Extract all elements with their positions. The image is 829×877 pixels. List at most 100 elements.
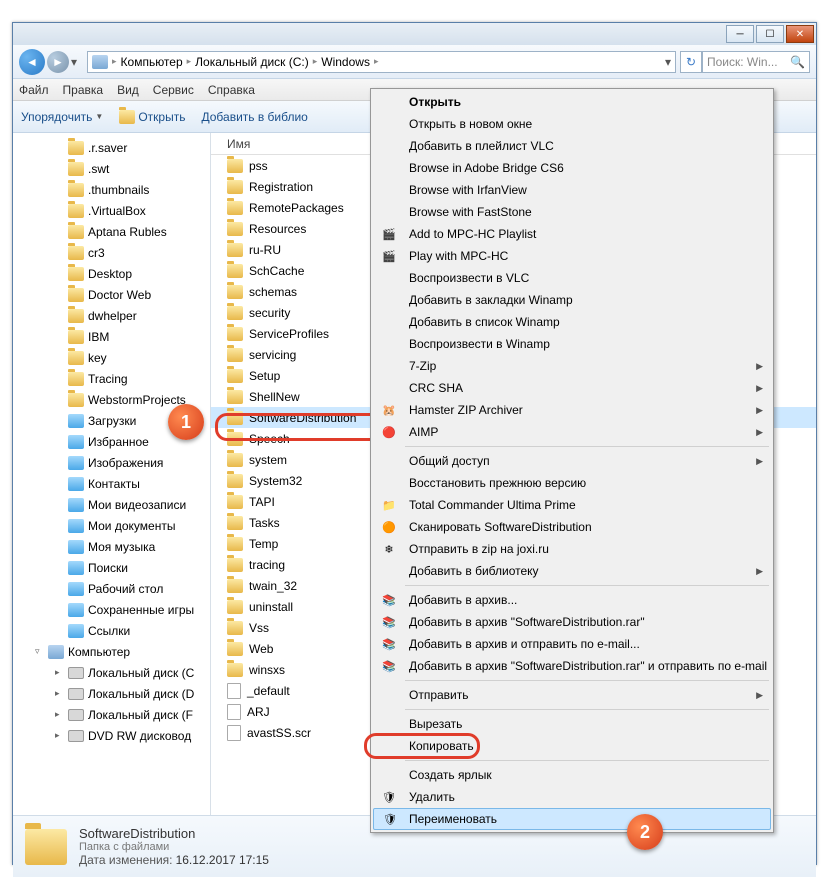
menu-file[interactable]: Файл: [19, 83, 49, 97]
folder-icon: [227, 453, 243, 467]
forward-button[interactable]: ►: [47, 51, 69, 73]
context-menu-item[interactable]: 7-Zip▶: [373, 355, 771, 377]
tree-item[interactable]: ▸DVD RW дисковод: [13, 725, 210, 746]
tree-item[interactable]: Aptana Rubles: [13, 221, 210, 242]
navigation-tree[interactable]: .r.saver.swt.thumbnails .VirtualBox Aptana…: [13, 133, 211, 815]
tree-item[interactable]: Мои видеозаписи: [13, 494, 210, 515]
tree-item[interactable]: .thumbnails: [13, 179, 210, 200]
address-bar[interactable]: ▸ Компьютер ▸ Локальный диск (C:) ▸ Wind…: [87, 51, 676, 73]
tree-item[interactable]: Сохраненные игры: [13, 599, 210, 620]
tree-item[interactable]: cr3: [13, 242, 210, 263]
tree-item[interactable]: key: [13, 347, 210, 368]
context-menu-item[interactable]: Создать ярлык: [373, 764, 771, 786]
tree-item[interactable]: Рабочий стол: [13, 578, 210, 599]
tree-item[interactable]: Desktop: [13, 263, 210, 284]
menu-item-label: Сканировать SoftwareDistribution: [409, 520, 592, 534]
context-menu-item[interactable]: Отправить▶: [373, 684, 771, 706]
context-menu-item[interactable]: 🐹Hamster ZIP Archiver▶: [373, 399, 771, 421]
expand-icon[interactable]: ▸: [55, 688, 64, 699]
tree-item[interactable]: Мои документы: [13, 515, 210, 536]
tree-item[interactable]: Tracing: [13, 368, 210, 389]
expand-icon[interactable]: ▸: [55, 730, 64, 741]
context-menu-item[interactable]: Browse with IrfanView: [373, 179, 771, 201]
add-to-library-button[interactable]: Добавить в библио: [201, 110, 307, 124]
back-button[interactable]: ◄: [19, 49, 45, 75]
tree-item[interactable]: ▿Компьютер: [13, 641, 210, 662]
special-icon: [68, 582, 84, 596]
context-menu-item[interactable]: 🎬Play with MPC-HC: [373, 245, 771, 267]
context-menu-item[interactable]: 📚Добавить в архив "SoftwareDistribution.…: [373, 655, 771, 677]
context-menu-item[interactable]: Открыть в новом окне: [373, 113, 771, 135]
tree-item[interactable]: ▸Локальный диск (C: [13, 662, 210, 683]
breadcrumb-computer[interactable]: Компьютер: [121, 55, 183, 69]
context-menu-item[interactable]: Browse in Adobe Bridge CS6: [373, 157, 771, 179]
menu-tools[interactable]: Сервис: [153, 83, 194, 97]
folder-icon: [68, 204, 84, 218]
list-item-label: Resources: [249, 222, 306, 236]
context-menu-item[interactable]: 📁Total Commander Ultima Prime: [373, 494, 771, 516]
context-menu-item[interactable]: Воспроизвести в Winamp: [373, 333, 771, 355]
expand-icon[interactable]: ▸: [55, 667, 64, 678]
organize-button[interactable]: Упорядочить ▼: [21, 110, 103, 124]
file-icon: [227, 683, 241, 699]
tree-item[interactable]: dwhelper: [13, 305, 210, 326]
context-menu-item[interactable]: 🔴AIMP▶: [373, 421, 771, 443]
context-menu-item[interactable]: Добавить в список Winamp: [373, 311, 771, 333]
menu-view[interactable]: Вид: [117, 83, 139, 97]
tree-item[interactable]: Ссылки: [13, 620, 210, 641]
tree-item[interactable]: .r.saver: [13, 137, 210, 158]
tree-item[interactable]: Поиски: [13, 557, 210, 578]
list-item-label: ARJ: [247, 705, 270, 719]
context-menu-item[interactable]: Browse with FastStone: [373, 201, 771, 223]
context-menu-item[interactable]: CRC SHA▶: [373, 377, 771, 399]
breadcrumb-drive[interactable]: Локальный диск (C:): [195, 55, 309, 69]
menu-help[interactable]: Справка: [208, 83, 255, 97]
context-menu-item[interactable]: 🎬Add to MPC-HC Playlist: [373, 223, 771, 245]
context-menu-item[interactable]: Воспроизвести в VLC: [373, 267, 771, 289]
folder-icon: [227, 180, 243, 194]
context-menu-item[interactable]: 🛡Удалить: [373, 786, 771, 808]
context-menu-item[interactable]: Общий доступ▶: [373, 450, 771, 472]
folder-icon: [68, 393, 84, 407]
minimize-button[interactable]: ─: [726, 25, 754, 43]
tree-item[interactable]: Изображения: [13, 452, 210, 473]
menu-edit[interactable]: Правка: [63, 83, 104, 97]
tree-item[interactable]: Контакты: [13, 473, 210, 494]
context-menu-item[interactable]: Добавить в библиотеку▶: [373, 560, 771, 582]
tree-item[interactable]: Моя музыка: [13, 536, 210, 557]
context-menu-item[interactable]: Восстановить прежнюю версию: [373, 472, 771, 494]
refresh-button[interactable]: ↻: [680, 51, 702, 73]
context-menu-item[interactable]: ❄Отправить в zip на joxi.ru: [373, 538, 771, 560]
open-button[interactable]: Открыть: [119, 110, 185, 124]
submenu-arrow-icon: ▶: [756, 690, 763, 701]
expand-icon[interactable]: ▸: [55, 709, 64, 720]
tree-item[interactable]: Doctor Web: [13, 284, 210, 305]
context-menu-item[interactable]: Добавить в плейлист VLC: [373, 135, 771, 157]
context-menu-item[interactable]: Добавить в закладки Winamp: [373, 289, 771, 311]
maximize-button[interactable]: ☐: [756, 25, 784, 43]
tree-item[interactable]: ▸Локальный диск (D: [13, 683, 210, 704]
tree-item-label: .VirtualBox: [88, 204, 146, 218]
context-menu-item[interactable]: Открыть: [373, 91, 771, 113]
context-menu-item[interactable]: Копировать: [373, 735, 771, 757]
tree-item[interactable]: .VirtualBox: [13, 200, 210, 221]
address-dropdown-icon[interactable]: ▾: [665, 55, 671, 69]
context-menu-item[interactable]: 🛡Переименовать: [373, 808, 771, 830]
context-menu-item[interactable]: Вырезать: [373, 713, 771, 735]
search-input[interactable]: Поиск: Win... 🔍: [702, 51, 810, 73]
history-dropdown[interactable]: ▾: [71, 55, 83, 69]
submenu-arrow-icon: ▶: [756, 456, 763, 467]
expand-icon[interactable]: ▿: [35, 646, 44, 657]
context-menu-item[interactable]: 📚Добавить в архив "SoftwareDistribution.…: [373, 611, 771, 633]
tree-item[interactable]: ▸Локальный диск (F: [13, 704, 210, 725]
context-menu-item[interactable]: 📚Добавить в архив...: [373, 589, 771, 611]
list-item-label: schemas: [249, 285, 297, 299]
context-menu-item[interactable]: 📚Добавить в архив и отправить по e-mail.…: [373, 633, 771, 655]
tree-item[interactable]: IBM: [13, 326, 210, 347]
tree-item[interactable]: .swt: [13, 158, 210, 179]
close-button[interactable]: ✕: [786, 25, 814, 43]
breadcrumb-windows[interactable]: Windows: [321, 55, 370, 69]
context-menu-item[interactable]: 🟠Сканировать SoftwareDistribution: [373, 516, 771, 538]
context-menu-separator: [405, 585, 769, 586]
menu-item-label: Вырезать: [409, 717, 462, 731]
